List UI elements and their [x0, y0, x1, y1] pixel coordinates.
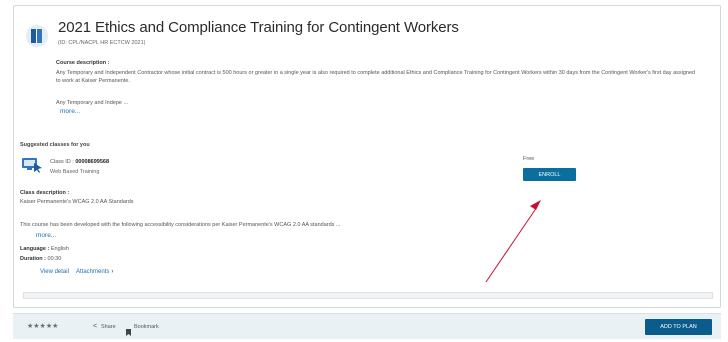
attachments-link[interactable]: Attachments › [76, 269, 113, 275]
class-description-long: This course has been developed with the … [20, 222, 341, 228]
course-description-text: Any Temporary and Independent Contractor… [56, 70, 696, 84]
duration-row: Duration : 00:30 [20, 256, 61, 262]
rating-stars[interactable]: ★★★★★ [27, 322, 58, 330]
course-more-link[interactable]: more... [60, 108, 80, 115]
share-icon[interactable]: < [93, 323, 97, 330]
duration-value: 00:30 [47, 256, 62, 262]
attachments-label: Attachments [76, 269, 110, 275]
bookmark-icon[interactable] [126, 323, 131, 341]
computer-training-icon [21, 157, 43, 178]
bookmark-button[interactable]: Bookmark [134, 324, 159, 330]
class-type: Web Based Training [50, 169, 100, 175]
language-row: Language : English [20, 246, 69, 252]
class-description-text: Kaiser Permanente's WCAG 2.0 AA Standard… [20, 199, 134, 205]
view-detail-link[interactable]: View detail [40, 269, 69, 275]
share-button[interactable]: Share [101, 324, 116, 330]
course-id: (ID: CPL/NACPL HR ECTCW 2021) [58, 40, 146, 46]
add-to-plan-button[interactable]: ADD TO PLAN [645, 319, 712, 335]
class-id-label: Class ID : [50, 159, 74, 165]
course-description-label: Course description : [56, 60, 110, 66]
class-id-value: 00008699568 [75, 159, 110, 165]
enroll-button[interactable]: ENROLL [523, 168, 576, 181]
class-id: Class ID : 00008699568 [50, 159, 109, 165]
scrollbar-track[interactable] [23, 292, 713, 299]
class-more-link[interactable]: more... [36, 232, 56, 239]
book-icon [26, 25, 48, 47]
language-label: Language : [20, 246, 50, 252]
price-label: Free [523, 156, 535, 162]
language-value: English [50, 246, 69, 252]
course-card [13, 5, 721, 308]
footer-bar: ★★★★★ < Share Bookmark ADD TO PLAN [13, 313, 721, 339]
course-title: 2021 Ethics and Compliance Training for … [58, 19, 459, 36]
duration-label: Duration : [20, 256, 46, 262]
class-description-label: Class description : [20, 190, 70, 196]
suggested-heading: Suggested classes for you [20, 142, 90, 148]
course-description-short: Any Temporary and Indepe ... [56, 100, 129, 106]
chevron-right-icon: › [111, 269, 114, 275]
